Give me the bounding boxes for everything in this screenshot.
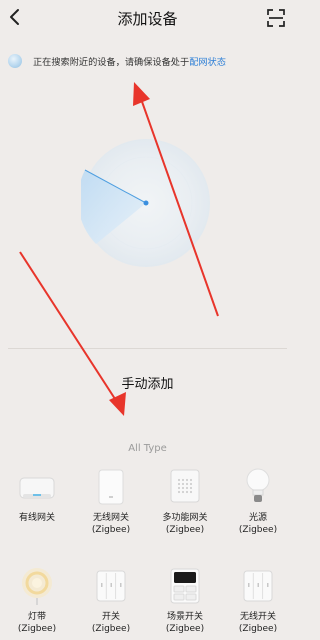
- device-bulb[interactable]: 光源 (Zigbee): [221, 466, 295, 536]
- multi-gateway-icon: [165, 466, 205, 508]
- device-name: 多功能网关: [162, 513, 208, 523]
- device-name: 光源: [248, 513, 267, 523]
- searching-icon: [8, 54, 22, 68]
- light-strip-icon: [17, 565, 57, 607]
- device-wireless-gateway[interactable]: 无线网关 (Zigbee): [74, 466, 148, 536]
- radar-scanner: [81, 139, 210, 267]
- wireless-gateway-icon: [91, 466, 131, 508]
- device-wireless-switch[interactable]: 无线开关 (Zigbee): [221, 565, 295, 635]
- wireless-switch-icon: [238, 565, 278, 607]
- device-name: 开关: [101, 612, 120, 622]
- page-title: 添加设备: [117, 10, 178, 28]
- device-protocol: (Zigbee): [91, 525, 131, 535]
- device-wired-gateway[interactable]: 有线网关: [0, 466, 74, 524]
- device-protocol: (Zigbee): [91, 624, 131, 634]
- device-protocol: (Zigbee): [165, 525, 205, 535]
- radar-center-dot: [143, 200, 149, 206]
- scene-switch-icon: [165, 565, 205, 607]
- bulb-icon: [238, 466, 278, 508]
- device-protocol: (Zigbee): [238, 624, 278, 634]
- device-multi-gateway[interactable]: 多功能网关 (Zigbee): [148, 466, 222, 536]
- scan-button[interactable]: [266, 8, 286, 28]
- device-name: 无线网关: [92, 513, 129, 523]
- pairing-mode-link[interactable]: 配网状态: [189, 57, 226, 68]
- scan-icon: [267, 9, 285, 27]
- category-tab-all-type[interactable]: All Type: [0, 443, 295, 454]
- device-name: 场景开关: [166, 612, 203, 622]
- device-name: 灯带: [27, 612, 46, 622]
- manual-add-title: 手动添加: [121, 377, 174, 392]
- device-protocol: (Zigbee): [238, 525, 278, 535]
- divider: [8, 348, 287, 349]
- switch-icon: [91, 565, 131, 607]
- device-scene-switch[interactable]: 场景开关 (Zigbee): [148, 565, 222, 635]
- top-bar: 添加设备: [0, 0, 295, 36]
- device-name: 有线网关: [18, 513, 55, 523]
- search-status: 正在搜索附近的设备，请确保设备处于配网状态: [8, 51, 226, 71]
- device-protocol: (Zigbee): [165, 624, 205, 634]
- device-name: 无线开关: [239, 612, 276, 622]
- device-protocol: (Zigbee): [17, 624, 57, 634]
- device-light-strip[interactable]: 灯带 (Zigbee): [0, 565, 74, 635]
- wired-gateway-icon: [17, 466, 57, 508]
- status-text: 正在搜索附近的设备，请确保设备处于: [33, 57, 190, 68]
- annotation-arrows: [19, 82, 219, 416]
- device-switch[interactable]: 开关 (Zigbee): [74, 565, 148, 635]
